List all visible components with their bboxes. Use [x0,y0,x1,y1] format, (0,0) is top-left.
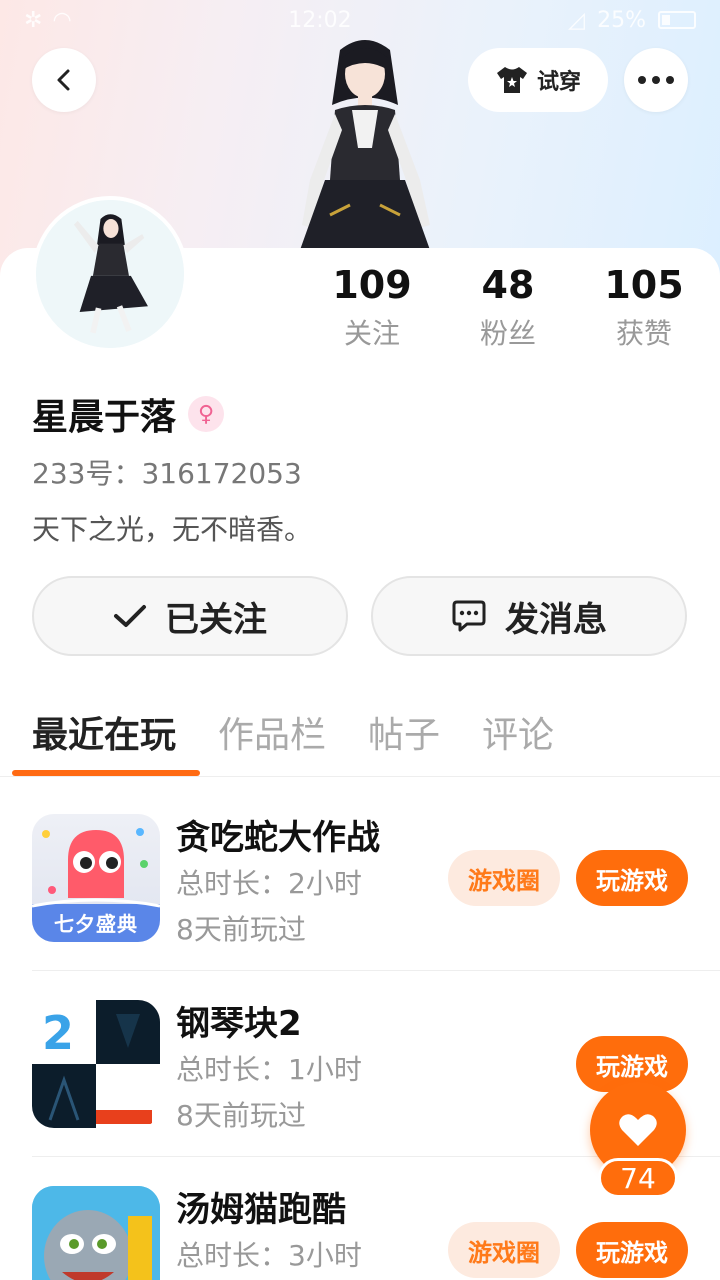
tab-divider [0,776,720,777]
tom-cat-artwork [32,1186,160,1280]
stat-following[interactable]: 109 关注 [304,262,440,352]
bluetooth-icon: ✲ [24,7,43,33]
checkmark-icon [114,605,146,627]
chevron-left-icon [57,69,70,91]
tab-comments[interactable]: 评论 [482,706,554,758]
game-icon-piano-tiles[interactable]: 2 [32,1000,160,1128]
game-name: 钢琴块2 [176,1004,302,1044]
send-message-button[interactable]: 发消息 [371,576,687,656]
avatar-figure [36,200,184,348]
following-button[interactable]: 已关注 [32,576,348,656]
stat-label: 获赞 [615,317,672,350]
stat-value: 105 [604,263,684,307]
signal-icon: ◿ [568,7,586,33]
avatar[interactable] [32,196,188,352]
game-circle-button[interactable]: 游戏圈 [448,1222,560,1278]
stat-label: 粉丝 [479,317,536,350]
game-circle-button[interactable]: 游戏圈 [448,850,560,906]
game-list-item[interactable]: 汤姆猫跑酷 总时长：3小时 游戏圈 玩游戏 [0,1186,720,1280]
tshirt-icon [496,67,527,93]
stat-likes[interactable]: 105 获赞 [576,262,712,352]
stat-value: 109 [332,263,412,307]
game-last-played: 8天前玩过 [176,1099,306,1132]
game-duration: 总时长：3小时 [176,1239,362,1272]
tab-recently-played[interactable]: 最近在玩 [32,706,176,758]
game-duration: 总时长：1小时 [176,1053,362,1086]
profile-stats: 109 关注 48 粉丝 105 获赞 [304,262,714,352]
battery-percent: 25% [597,7,646,33]
game-icon-badge: 2 [42,1006,75,1060]
stat-followers[interactable]: 48 粉丝 [440,262,576,352]
heart-icon [619,1114,657,1146]
more-dots-icon [638,76,674,84]
game-duration: 总时长：2小时 [176,867,362,900]
like-count: 74 [598,1158,678,1198]
more-options-button[interactable] [624,48,688,112]
status-time: 12:02 [288,7,352,33]
play-game-button[interactable]: 玩游戏 [576,850,688,906]
game-icon-badge: 七夕盛典 [54,912,138,936]
game-name: 汤姆猫跑酷 [176,1190,346,1230]
back-button[interactable] [32,48,96,112]
play-game-button[interactable]: 玩游戏 [576,1222,688,1278]
chat-bubble-icon [452,600,486,632]
character-figure [300,40,430,250]
game-icon-tom-runner[interactable] [32,1186,160,1280]
user-bio: 天下之光，无不暗香。 [32,513,313,546]
try-on-button[interactable]: 试穿 [468,48,608,112]
stat-value: 48 [481,263,535,307]
try-on-label: 试穿 [536,70,581,95]
following-label: 已关注 [165,599,267,640]
row-divider [32,970,720,971]
send-message-label: 发消息 [505,599,607,640]
tab-posts[interactable]: 帖子 [368,706,440,758]
username: 星晨于落 [32,397,177,438]
wifi-icon: ◠ [52,7,72,33]
stat-label: 关注 [343,317,400,350]
female-gender-icon: ♀ [188,396,225,432]
game-name: 贪吃蛇大作战 [176,818,380,858]
profile-tabs: 最近在玩 作品栏 帖子 评论 [32,706,554,758]
game-icon-snake[interactable]: 七夕盛典 [32,814,160,942]
username-row: 星晨于落 ♀ [32,388,225,440]
tab-works[interactable]: 作品栏 [218,706,326,758]
game-last-played: 8天前玩过 [176,913,306,946]
user-id: 233号：316172053 [32,457,302,490]
battery-icon [658,11,696,29]
game-list-item[interactable]: 七夕盛典 贪吃蛇大作战 总时长：2小时 8天前玩过 游戏圈 玩游戏 [0,814,720,1000]
